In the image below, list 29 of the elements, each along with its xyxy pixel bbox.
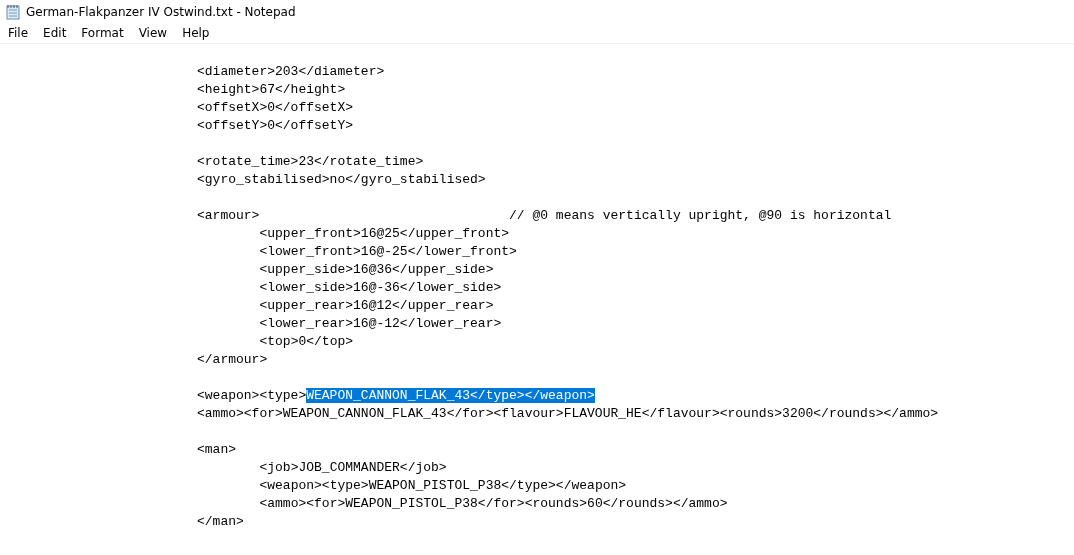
menu-item[interactable]: Edit: [37, 25, 73, 41]
code-line: <upper_front>16@25</upper_front>: [258, 226, 510, 241]
code-line: <lower_side>16@-36</lower_side>: [258, 280, 502, 295]
code-line: <offsetX>0</offsetX>: [197, 100, 354, 115]
code-line: </man>: [197, 514, 244, 529]
code-line: <lower_front>16@-25</lower_front>: [258, 244, 517, 259]
code-line: <ammo><for>WEAPON_CANNON_FLAK_43</for><flavour>FLAVOUR_HE</flavour><rounds>3200</rounds></ammo>: [197, 406, 939, 421]
code-line: <diameter>203</diameter>: [197, 64, 385, 79]
code-line: <gyro_stabilised>no</gyro_stabilised>: [197, 172, 486, 187]
code-line: <upper_side>16@36</upper_side>: [258, 262, 494, 277]
code-line: </armour>: [197, 352, 268, 367]
code-line: <armour> // @0 means vertically upright, @90 is horizontal: [197, 208, 892, 223]
code-line: <rotate_time>23</rotate_time>: [197, 154, 424, 169]
code-line: <height>67</height>: [197, 82, 346, 97]
code-line: <job>JOB_COMMANDER</job>: [258, 460, 447, 475]
menu-item[interactable]: Format: [75, 25, 130, 41]
notepad-icon: [6, 3, 20, 20]
menu-item[interactable]: Help: [176, 25, 216, 41]
menu-item[interactable]: View: [132, 25, 174, 41]
menu-item[interactable]: File: [2, 25, 35, 41]
code-line: <lower_rear>16@-12</lower_rear>: [258, 316, 502, 331]
window-title: German-Flakpanzer IV Ostwind.txt - Notepad: [26, 4, 296, 19]
code-line: <top>0</top>: [258, 334, 354, 349]
code-line: <upper_rear>16@12</upper_rear>: [258, 298, 494, 313]
code-line: <weapon><type>WEAPON_PISTOL_P38</type></weapon>: [258, 478, 627, 493]
code-line: <ammo><for>WEAPON_PISTOL_P38</for><rounds>60</rounds></ammo>: [258, 496, 728, 511]
code-line: <offsetY>0</offsetY>: [197, 118, 354, 133]
selected-text: WEAPON_CANNON_FLAK_43</type></weapon>: [306, 388, 595, 403]
code-line: <man>: [197, 442, 236, 457]
